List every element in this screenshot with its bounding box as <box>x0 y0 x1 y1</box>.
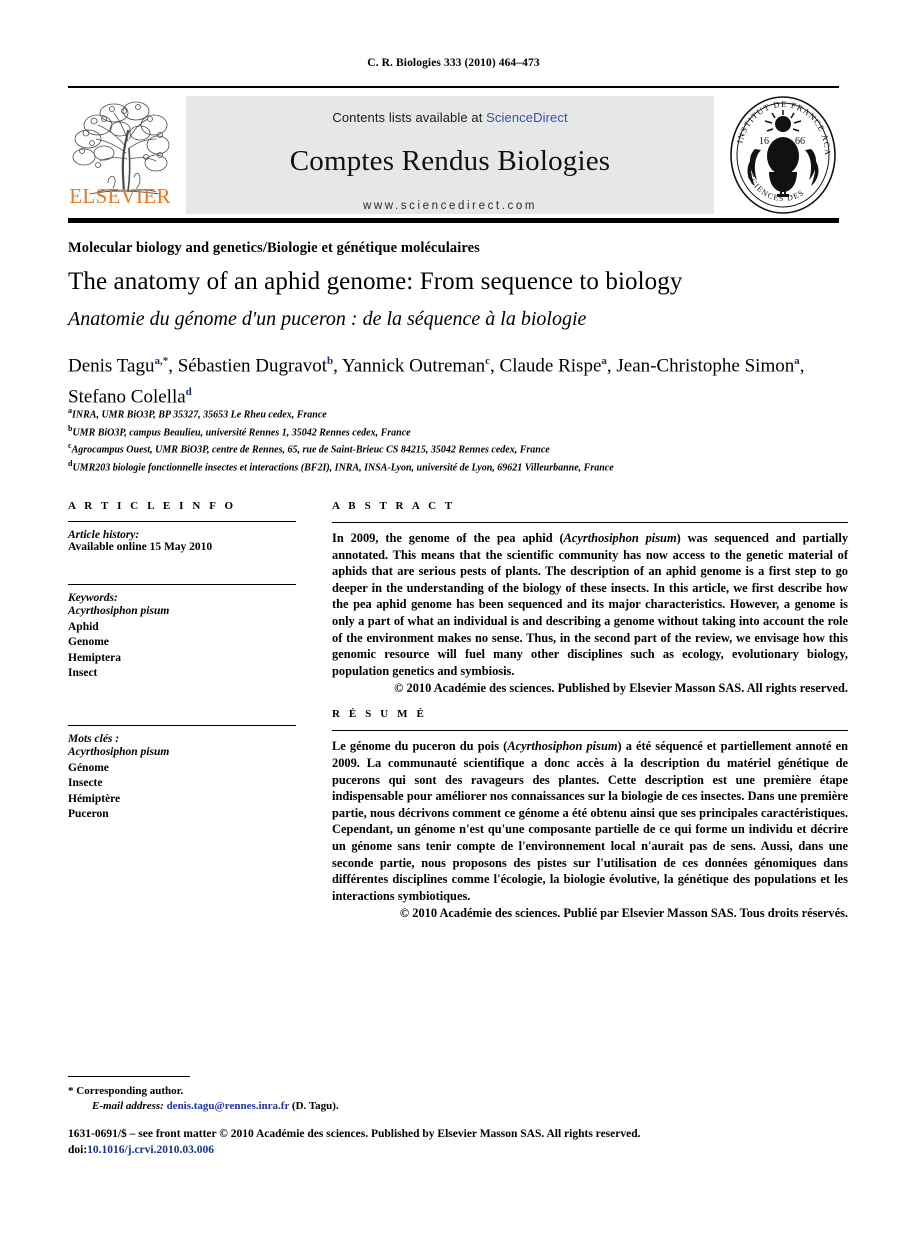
keyword-item: Aphid <box>68 620 99 633</box>
keywords-list: Acyrthosiphon pisum Aphid Genome Hemiptera I… <box>68 604 296 682</box>
doi-label: doi: <box>68 1143 88 1156</box>
author-affiliation-marker: b <box>327 355 334 367</box>
article-history-value: Available online 15 May 2010 <box>68 541 213 553</box>
keywords-label: Keywords: <box>68 592 118 604</box>
affiliation-item: cAgrocampus Ouest, UMR BiO3P, centre de … <box>68 439 858 457</box>
abstract-copyright: © 2010 Académie des sciences. Published … <box>394 681 848 696</box>
resume-text: Le génome du puceron du pois (Acyrthosip… <box>332 738 848 904</box>
author-name: Yannick Outreman <box>341 355 486 377</box>
email-address-link[interactable]: denis.tagu@rennes.inra.fr <box>167 1100 290 1112</box>
sciencedirect-banner: Contents lists available at ScienceDirec… <box>186 96 714 214</box>
resume-species-name: Acyrthosiphon pisum <box>507 739 618 754</box>
author-name: Jean-Christophe Simon <box>616 355 795 377</box>
author-affiliation-marker: c <box>485 355 491 367</box>
resume-rule <box>332 730 848 732</box>
imprint-block: 1631-0691/$ – see front matter © 2010 Ac… <box>68 1127 858 1158</box>
keyword-item: Hémiptère <box>68 792 121 805</box>
abstract-heading: A B S T R A C T <box>332 500 456 512</box>
abstract-species-name: Acyrthosiphon pisum <box>563 531 677 545</box>
asterisk-marker: * <box>68 1085 74 1097</box>
resume-part2: ) a été séquencé et partiellement annoté… <box>332 739 848 903</box>
journal-masthead: ELSEVIER Contents lists available at Sci… <box>68 86 839 223</box>
resume-copyright: © 2010 Académie des sciences. Publié par… <box>399 906 848 921</box>
email-owner: (D. Tagu). <box>291 1100 339 1112</box>
corresponding-author-note: * Corresponding author. <box>68 1084 488 1099</box>
article-title-english: The anatomy of an aphid genome: From seq… <box>68 268 683 295</box>
elsevier-wordmark: ELSEVIER <box>69 184 171 208</box>
article-info-column: A R T I C L E I N F O Article history: A… <box>68 500 296 823</box>
svg-text:66: 66 <box>795 136 805 147</box>
article-history-label: Article history: <box>68 529 140 541</box>
author-affiliation-marker: a <box>794 355 800 367</box>
email-label: E-mail address: <box>92 1100 164 1112</box>
keyword-item: Insect <box>68 667 98 680</box>
affiliation-text: Agrocampus Ouest, UMR BiO3P, centre de R… <box>71 444 550 456</box>
affiliation-text: INRA, UMR BiO3P, BP 35327, 35653 Le Rheu… <box>72 409 327 421</box>
article-info-heading: A R T I C L E I N F O <box>68 500 237 512</box>
sciencedirect-link[interactable]: ScienceDirect <box>486 110 568 125</box>
author-affiliation-marker: d <box>185 386 192 399</box>
keyword-item: Génome <box>68 761 109 774</box>
keywords-rule <box>68 584 296 585</box>
affiliation-text: UMR BiO3P, campus Beaulieu, université R… <box>72 426 411 438</box>
keyword-item: Puceron <box>68 808 109 821</box>
author-affiliation-marker: a,* <box>154 355 169 367</box>
footnote-rule <box>68 1076 190 1077</box>
masthead-bottom-rule <box>68 218 839 223</box>
author-list: Denis Tagua,*, Sébastien Dugravotb, Yann… <box>68 355 805 408</box>
motscles-label: Mots clés : <box>68 732 120 745</box>
affiliation-text: UMR203 biologie fonctionnelle insectes e… <box>72 461 614 473</box>
author-name: Denis Tagu <box>68 355 155 377</box>
author-name: Sébastien Dugravot <box>177 355 328 377</box>
affiliation-item: dUMR203 biologie fonctionnelle insectes … <box>68 457 858 475</box>
svg-text:16: 16 <box>759 136 769 147</box>
affiliation-item: aINRA, UMR BiO3P, BP 35327, 35653 Le Rhe… <box>68 404 858 422</box>
running-head: C. R. Biologies 333 (2010) 464–473 <box>367 57 540 69</box>
keyword-item: Hemiptera <box>68 651 122 664</box>
abstract-part2: ) was sequenced and partially annotated.… <box>332 531 849 678</box>
article-title-french: Anatomie du génome d'un puceron : de la … <box>68 308 587 330</box>
resume-part1: Le génome du puceron du pois ( <box>332 739 508 754</box>
email-note: E-mail address: denis.tagu@rennes.inra.f… <box>68 1099 488 1114</box>
journal-title: Comptes Rendus Biologies <box>289 145 611 177</box>
contents-available-line: Contents lists available at ScienceDirec… <box>186 110 714 125</box>
abstract-part1: In 2009, the genome of the pea aphid ( <box>332 531 564 545</box>
contents-available-prefix: Contents lists available at <box>332 110 487 125</box>
elsevier-tree-logo: ELSEVIER <box>68 95 172 215</box>
resume-heading: R É S U M É <box>332 708 427 721</box>
motscles-list: Acyrthosiphon pisum Génome Insecte Hémiptèr… <box>68 745 296 823</box>
keyword-item: Insecte <box>68 777 103 790</box>
footnote-block: * Corresponding author. E-mail address: … <box>68 1076 488 1114</box>
author-name: Claude Rispe <box>499 355 602 377</box>
affiliation-list: aINRA, UMR BiO3P, BP 35327, 35653 Le Rhe… <box>68 404 858 474</box>
article-first-page: C. R. Biologies 333 (2010) 464–473 ELSEV… <box>0 0 907 1238</box>
abstract-rule <box>332 522 848 523</box>
abstract-text: In 2009, the genome of the pea aphid (Ac… <box>332 530 848 679</box>
keyword-item: Acyrthosiphon pisum <box>68 605 170 617</box>
imprint-doi-line: doi:10.1016/j.crvi.2010.03.006 <box>68 1143 858 1159</box>
corresponding-author-text: Corresponding author. <box>76 1085 184 1097</box>
academie-des-sciences-seal: INSTITUT DE FRANCE ACADEMIE SCIENCES DES <box>723 86 839 216</box>
article-info-rule <box>68 521 296 522</box>
imprint-front-matter: 1631-0691/$ – see front matter © 2010 Ac… <box>68 1128 641 1140</box>
author-affiliation-marker: a <box>601 355 607 367</box>
keyword-item: Acyrthosiphon pisum <box>68 745 170 758</box>
motscles-rule <box>68 724 296 726</box>
affiliation-item: bUMR BiO3P, campus Beaulieu, université … <box>68 422 858 440</box>
journal-homepage-url[interactable]: www.sciencedirect.com <box>186 200 714 212</box>
keyword-item: Genome <box>68 636 109 649</box>
doi-link[interactable]: 10.1016/j.crvi.2010.03.006 <box>87 1144 214 1156</box>
abstract-column: A B S T R A C T In 2009, the genome of t… <box>332 500 848 921</box>
article-section-heading: Molecular biology and genetics/Biologie … <box>68 240 480 256</box>
